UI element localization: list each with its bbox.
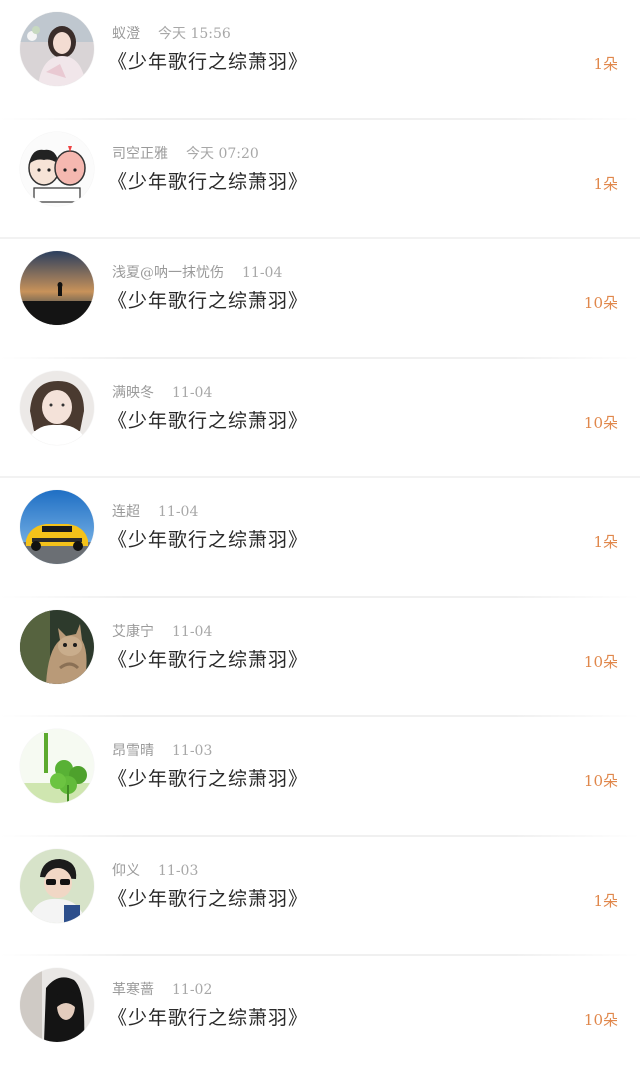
girl-photo-avatar[interactable] [20,12,94,86]
user-name[interactable]: 革寒蔷 [112,982,154,998]
sunset-silhouette-avatar[interactable] [20,251,94,325]
boy-sunglasses-avatar[interactable] [20,848,94,923]
timestamp: 11-02 [172,982,213,998]
book-title[interactable]: 《少年歌行之综萧羽》 [108,407,308,435]
timestamp: 11-04 [242,265,283,281]
timestamp: 11-03 [158,862,199,879]
timestamp: 11-03 [172,743,213,759]
item-meta: 满映冬 11-04 [112,383,212,403]
book-title[interactable]: 《少年歌行之综萧羽》 [108,168,308,196]
user-name[interactable]: 满映冬 [112,385,154,401]
flower-count: 10朵 [583,772,618,790]
list-item[interactable]: 蚁澄 今天 15:56 《少年歌行之综萧羽》 1朵 [0,0,640,120]
list-item[interactable]: 司空正雅 今天 07:20 《少年歌行之综萧羽》 1朵 [0,120,640,240]
book-title[interactable]: 《少年歌行之综萧羽》 [108,765,308,793]
flower-count: 1朵 [593,891,618,910]
kitten-avatar[interactable] [20,609,94,684]
item-meta: 浅夏@呐一抹忧伤 11-04 [112,263,282,283]
book-title[interactable]: 《少年歌行之综萧羽》 [108,1004,308,1032]
book-title[interactable]: 《少年歌行之综萧羽》 [108,287,308,315]
user-name[interactable]: 蚁澄 [112,26,140,42]
item-meta: 艾康宁 11-04 [112,622,212,642]
user-name[interactable]: 仰义 [112,863,140,879]
timestamp: 今天 07:20 [186,145,259,162]
timestamp: 今天 15:56 [158,26,231,42]
flower-gift-list: 蚁澄 今天 15:56 《少年歌行之综萧羽》 1朵 司空正雅 今天 07:20 《少… [0,0,640,1055]
item-meta: 革寒蔷 11-02 [112,980,212,1000]
item-meta: 仰义 11-03 [112,861,198,881]
cartoon-couple-avatar[interactable] [20,131,94,206]
user-name[interactable]: 艾康宁 [112,624,154,640]
book-title[interactable]: 《少年歌行之综萧羽》 [108,646,308,674]
flower-count: 1朵 [593,533,618,551]
list-item[interactable]: 满映冬 11-04 《少年歌行之综萧羽》 10朵 [0,359,640,479]
flower-count: 10朵 [583,1011,618,1029]
clover-avatar[interactable] [20,729,94,803]
item-meta: 昂雪晴 11-03 [112,741,212,761]
item-meta: 蚁澄 今天 15:56 [112,24,231,44]
item-meta: 连超 11-04 [112,502,198,522]
timestamp: 11-04 [172,384,213,401]
dark-portrait-avatar[interactable] [20,968,94,1042]
list-item[interactable]: 昂雪晴 11-03 《少年歌行之综萧羽》 10朵 [0,717,640,837]
user-name[interactable]: 昂雪晴 [112,743,154,759]
user-name[interactable]: 浅夏@呐一抹忧伤 [112,265,224,281]
flower-count: 10朵 [583,652,618,671]
flower-count: 1朵 [593,174,618,193]
book-title[interactable]: 《少年歌行之综萧羽》 [108,885,308,913]
flower-count: 10朵 [583,413,618,432]
girl-portrait-avatar[interactable] [20,370,94,445]
flower-count: 10朵 [583,294,618,312]
book-title[interactable]: 《少年歌行之综萧羽》 [108,526,308,554]
list-item[interactable]: 浅夏@呐一抹忧伤 11-04 《少年歌行之综萧羽》 10朵 [0,239,640,359]
timestamp: 11-04 [172,623,213,640]
flower-count: 1朵 [593,55,618,73]
list-item[interactable]: 连超 11-04 《少年歌行之综萧羽》 1朵 [0,478,640,598]
list-item[interactable]: 革寒蔷 11-02 《少年歌行之综萧羽》 10朵 [0,956,640,1076]
user-name[interactable]: 连超 [112,504,140,520]
item-meta: 司空正雅 今天 07:20 [112,144,259,164]
yellow-car-avatar[interactable] [20,490,94,564]
timestamp: 11-04 [158,504,199,520]
book-title[interactable]: 《少年歌行之综萧羽》 [108,48,308,76]
list-item[interactable]: 艾康宁 11-04 《少年歌行之综萧羽》 10朵 [0,598,640,718]
user-name[interactable]: 司空正雅 [112,146,168,162]
list-item[interactable]: 仰义 11-03 《少年歌行之综萧羽》 1朵 [0,837,640,957]
